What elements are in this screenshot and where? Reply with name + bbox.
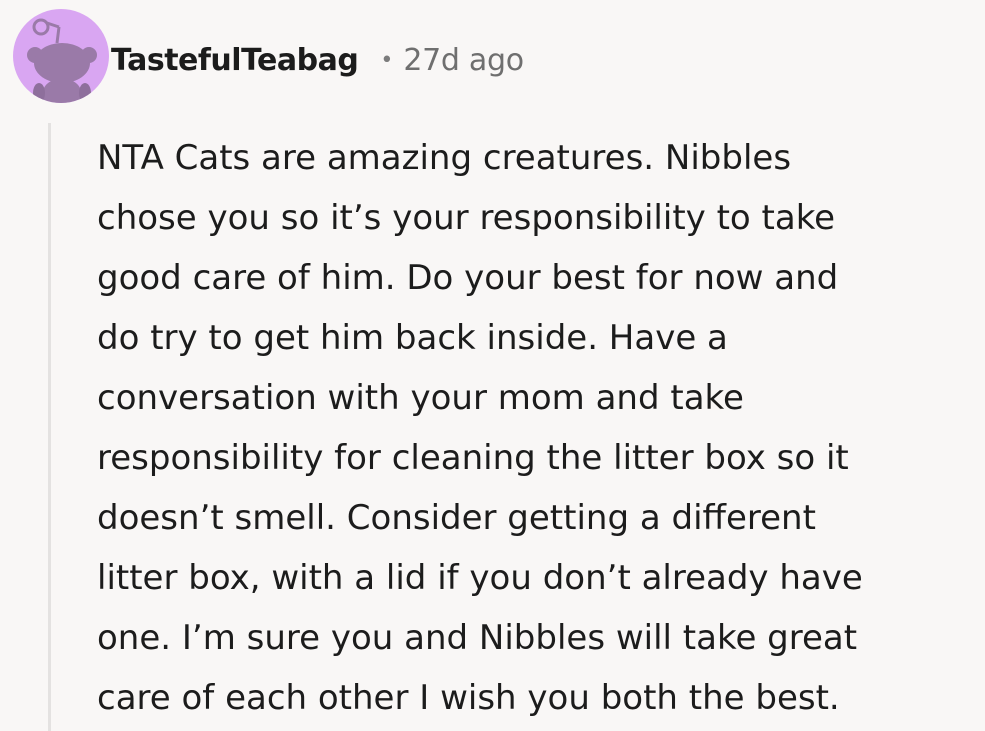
comment-body-line: doesn’t smell. Consider getting a differ…	[97, 498, 816, 538]
comment-body-line: chose you so it’s your responsibility to…	[97, 198, 836, 238]
comment-body-line: litter box, with a lid if you don’t alre…	[97, 558, 863, 598]
comment-body-line: one. I’m sure you and Nibbles will take …	[97, 618, 858, 658]
comment-header: TastefulTeabag • 27d ago	[111, 38, 524, 82]
thread-collapse-line[interactable]	[48, 123, 51, 731]
timestamp[interactable]: 27d ago	[403, 43, 524, 78]
username-link[interactable]: TastefulTeabag	[111, 43, 359, 78]
comment-body-line: NTA Cats are amazing creatures. Nibbles	[97, 138, 792, 178]
comment-body-line: care of each other I wish you both the b…	[97, 678, 840, 718]
comment-body: NTA Cats are amazing creatures. Nibbles …	[97, 128, 977, 728]
separator-dot: •	[380, 47, 394, 73]
avatar[interactable]	[13, 9, 109, 103]
comment-body-line: conversation with your mom and take	[97, 378, 744, 418]
comment-body-line: do try to get him back inside. Have a	[97, 318, 728, 358]
comment-body-line: responsibility for cleaning the litter b…	[97, 438, 849, 478]
comment: TastefulTeabag • 27d ago NTA Cats are am…	[0, 0, 985, 731]
snoo-avatar-icon	[27, 18, 97, 103]
comment-body-line: good care of him. Do your best for now a…	[97, 258, 839, 298]
